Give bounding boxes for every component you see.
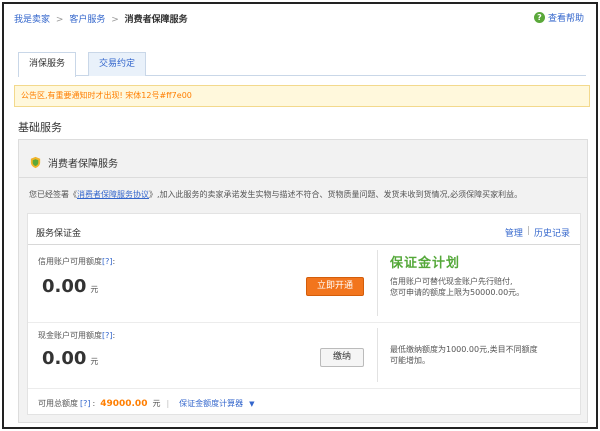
credit-amount-value: 0.00 bbox=[42, 276, 87, 297]
cash-info-line: 可能增加。 bbox=[390, 356, 430, 365]
cash-label-text: 现金账户可用额度 bbox=[38, 331, 102, 340]
credit-amount: 0.00 元 bbox=[42, 276, 98, 297]
tab-consumer-protection[interactable]: 消保服务 bbox=[18, 52, 77, 77]
breadcrumb-separator: > bbox=[111, 15, 119, 25]
deposit-box: 服务保证金 管理 | 历史记录 信用账户可用额度[?]: 0.00 元 立即开通 … bbox=[27, 213, 581, 415]
breadcrumb-separator: > bbox=[55, 15, 64, 25]
credit-help-hint[interactable]: [?] bbox=[102, 257, 113, 266]
cash-info: 最低缴纳额度为1000.00元,类目不同额度 可能增加。 bbox=[390, 344, 538, 366]
help-link[interactable]: ? 查看帮助 bbox=[533, 11, 584, 24]
total-help-hint[interactable]: [?] bbox=[80, 399, 91, 408]
vertical-divider bbox=[377, 250, 378, 316]
open-now-button[interactable]: 立即开通 bbox=[306, 277, 364, 296]
divider bbox=[19, 177, 587, 178]
divider bbox=[28, 244, 580, 245]
manage-link[interactable]: 管理 bbox=[505, 226, 523, 239]
total-label-colon: : bbox=[92, 399, 96, 408]
link-separator: | bbox=[526, 226, 530, 236]
credit-info-line: 信用账户可替代现金账户先行赔付, bbox=[390, 277, 513, 286]
breadcrumb-link-seller[interactable]: 我是卖家 bbox=[14, 15, 50, 25]
agreement-description: 您已经签署《消费者保障服务协议》,加入此服务的卖家承诺发生实物与描述不符合、货物… bbox=[29, 189, 522, 200]
cash-amount-unit: 元 bbox=[90, 357, 99, 366]
history-link[interactable]: 历史记录 bbox=[534, 226, 570, 239]
credit-amount-unit: 元 bbox=[90, 285, 99, 294]
cash-label-colon: : bbox=[112, 331, 116, 340]
cash-help-hint[interactable]: [?] bbox=[102, 331, 113, 340]
breadcrumb-link-customer-service[interactable]: 客户服务 bbox=[69, 15, 105, 25]
total-limit: 可用总额度 [?]: 49000.00 元 | 保证金额度计算器 ▼ bbox=[38, 398, 255, 409]
row-divider bbox=[28, 322, 580, 323]
vertical-divider bbox=[377, 328, 378, 382]
page-frame: 我是卖家 > 客户服务 > 消费者保障服务 ? 查看帮助 消保服务 交易约定 公… bbox=[2, 2, 598, 429]
question-icon: ? bbox=[533, 12, 545, 23]
row-divider bbox=[28, 388, 580, 389]
desc-text-before: 您已经签署《 bbox=[29, 190, 77, 199]
cash-amount-value: 0.00 bbox=[42, 348, 87, 369]
deposit-links: 管理 | 历史记录 bbox=[505, 226, 570, 239]
credit-info: 信用账户可替代现金账户先行赔付, 您可申请的额度上限为50000.00元。 bbox=[390, 276, 524, 298]
pay-button[interactable]: 缴纳 bbox=[320, 348, 364, 367]
agreement-link[interactable]: 消费者保障服务协议 bbox=[77, 190, 149, 199]
panel-header: 消费者保障服务 bbox=[29, 155, 118, 170]
deposit-title: 服务保证金 bbox=[36, 229, 82, 239]
shield-icon bbox=[30, 156, 41, 169]
breadcrumb-current: 消费者保障服务 bbox=[124, 15, 188, 25]
consumer-protection-panel: 消费者保障服务 您已经签署《消费者保障服务协议》,加入此服务的卖家承诺发生实物与… bbox=[18, 139, 588, 423]
top-bar: 我是卖家 > 客户服务 > 消费者保障服务 ? 查看帮助 bbox=[4, 4, 596, 30]
desc-text-after: 》,加入此服务的卖家承诺发生实物与描述不符合、货物质量问题、发货未收到货情况,必… bbox=[149, 190, 523, 199]
section-title: 基础服务 bbox=[18, 121, 62, 134]
cash-limit-label: 现金账户可用额度[?]: bbox=[38, 330, 115, 341]
cash-amount: 0.00 元 bbox=[42, 348, 98, 369]
credit-info-line: 您可申请的额度上限为50000.00元。 bbox=[390, 288, 525, 297]
chevron-down-icon[interactable]: ▼ bbox=[249, 400, 254, 408]
credit-label-colon: : bbox=[112, 257, 116, 266]
cash-info-line: 最低缴纳额度为1000.00元,类目不同额度 bbox=[390, 345, 538, 354]
credit-limit-label: 信用账户可用额度[?]: bbox=[38, 256, 115, 267]
panel-title: 消费者保障服务 bbox=[48, 159, 118, 170]
tab-trade-agreement[interactable]: 交易约定 bbox=[88, 52, 147, 76]
breadcrumb: 我是卖家 > 客户服务 > 消费者保障服务 bbox=[14, 12, 188, 25]
deposit-plan-logo: 保证金计划 bbox=[390, 256, 461, 271]
total-value: 49000.00 bbox=[100, 398, 148, 409]
total-divider: | bbox=[166, 399, 170, 408]
credit-label-text: 信用账户可用额度 bbox=[38, 257, 102, 266]
total-label: 可用总额度 bbox=[38, 399, 78, 408]
deposit-calculator-link[interactable]: 保证金额度计算器 bbox=[179, 398, 243, 409]
help-label: 查看帮助 bbox=[547, 14, 584, 24]
total-unit: 元 bbox=[152, 399, 161, 408]
tab-bar: 消保服务 交易约定 bbox=[18, 52, 586, 77]
notice-bar: 公告区,有重要通知时才出现! 宋体12号#ff7e00 bbox=[14, 85, 590, 107]
